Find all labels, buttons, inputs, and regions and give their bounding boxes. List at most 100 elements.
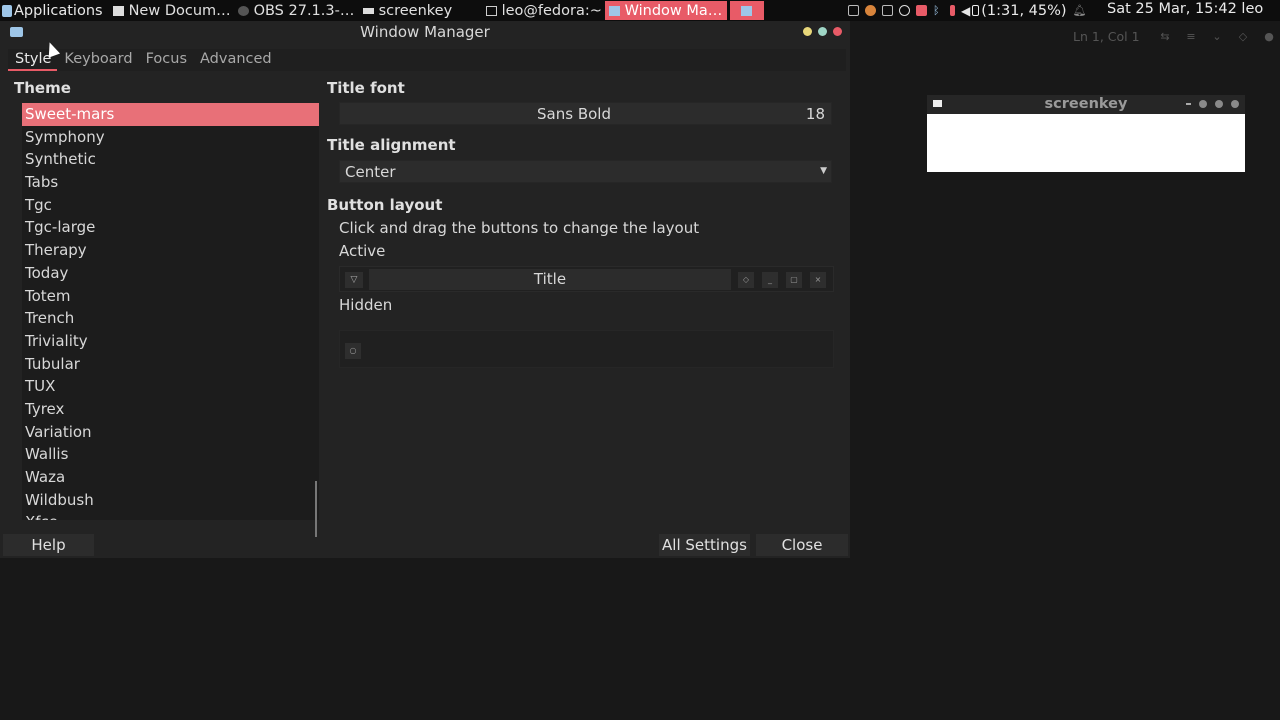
theme-item[interactable]: Synthetic	[22, 148, 319, 171]
volume-icon[interactable]: ◀	[961, 4, 970, 18]
menu-button-icon[interactable]: ▽	[345, 272, 363, 288]
screen-icon[interactable]	[848, 5, 859, 16]
maximize-icon[interactable]	[818, 27, 827, 36]
taskbar-item-extra[interactable]	[729, 1, 764, 20]
obs-tray-icon[interactable]	[899, 5, 910, 16]
taskbar-label: Window Ma…	[624, 2, 723, 19]
title-font-size: 18	[805, 105, 825, 123]
title-font-name: Sans Bold	[537, 105, 611, 123]
applications-label: Applications	[14, 2, 103, 19]
shade-button-icon[interactable]: ◇	[738, 272, 754, 288]
obs-icon	[237, 5, 249, 16]
clock-label: Sat 25 Mar, 15:42	[1107, 1, 1237, 17]
screenkey-title: screenkey	[1044, 96, 1128, 112]
clock[interactable]: Sat 25 Mar, 15:42 leo	[1107, 1, 1263, 17]
theme-item[interactable]: Tgc-large	[22, 216, 319, 239]
active-label: Active	[339, 242, 386, 260]
tab-bar: Style Keyboard Focus Advanced	[8, 49, 846, 71]
theme-item[interactable]: Xfce	[22, 511, 319, 520]
chevron-down-icon[interactable]: ⌄	[1209, 30, 1225, 43]
theme-list-scrollbar[interactable]	[315, 481, 317, 537]
help-button[interactable]: Help	[3, 534, 94, 556]
theme-item[interactable]: Wallis	[22, 443, 319, 466]
hidden-buttons-row[interactable]: ○	[339, 330, 834, 368]
taskbar-item-new-document[interactable]: New Docum…	[109, 1, 231, 20]
title-font-button[interactable]: Sans Bold 18	[339, 102, 832, 125]
theme-item[interactable]: Therapy	[22, 239, 319, 262]
firefox-icon[interactable]	[865, 5, 876, 16]
close-icon[interactable]	[833, 27, 842, 36]
tab-advanced[interactable]: Advanced	[193, 49, 278, 71]
settings-window-icon	[608, 5, 620, 16]
editor-cursor-position: Ln 1, Col 1	[1073, 29, 1140, 44]
close-button-icon[interactable]: ×	[810, 272, 826, 288]
minimize-icon[interactable]	[1199, 100, 1207, 108]
tab-keyboard[interactable]: Keyboard	[57, 49, 138, 71]
close-button[interactable]: Close	[756, 534, 848, 556]
title-alignment-select[interactable]: Center ▼	[339, 160, 832, 183]
taskbar-item-obs[interactable]: OBS 27.1.3-…	[234, 1, 356, 20]
editor-toolbar: ⇆ ≡ ⌄ ◇ ●	[1157, 30, 1277, 43]
theme-item[interactable]: Tyrex	[22, 398, 319, 421]
applications-menu[interactable]: Applications	[0, 0, 109, 21]
theme-item[interactable]: TUX	[22, 375, 319, 398]
chevron-down-icon: ▼	[820, 166, 827, 176]
xfce-icon	[2, 4, 12, 17]
window-titlebar[interactable]: Window Manager	[0, 21, 850, 43]
tab-focus[interactable]: Focus	[139, 49, 193, 71]
battery-icon[interactable]	[972, 5, 980, 16]
theme-item[interactable]: Trench	[22, 307, 319, 330]
theme-item[interactable]: Tabs	[22, 171, 319, 194]
terminal-icon	[485, 5, 497, 16]
taskbar-label: screenkey	[378, 2, 453, 19]
screenkey-display	[927, 114, 1245, 172]
microphone-icon[interactable]	[950, 5, 955, 16]
theme-item[interactable]: Totem	[22, 285, 319, 308]
screenkey-titlebar[interactable]: screenkey	[927, 95, 1245, 114]
button-layout-hint: Click and drag the buttons to change the…	[339, 219, 700, 237]
taskbar-item-screenkey[interactable]: screenkey	[359, 1, 479, 20]
theme-list[interactable]: Sweet-mars Symphony Synthetic Tabs Tgc T…	[22, 103, 319, 520]
shade-icon[interactable]	[1186, 103, 1191, 105]
settings-window-icon	[741, 5, 753, 16]
all-settings-button[interactable]: All Settings	[659, 534, 750, 556]
title-placeholder[interactable]: Title	[369, 269, 731, 290]
notifications-icon[interactable]: 🔔︎	[1073, 4, 1087, 17]
dot-icon[interactable]: ●	[1261, 30, 1277, 43]
bluetooth-icon[interactable]: ᛒ	[933, 5, 944, 16]
top-panel: Applications New Docum… OBS 27.1.3-… scr…	[0, 0, 1280, 21]
theme-item[interactable]: Symphony	[22, 126, 319, 149]
window-controls	[803, 27, 842, 36]
redshift-icon[interactable]	[916, 5, 927, 16]
button-layout-label: Button layout	[327, 196, 443, 214]
theme-item[interactable]: Sweet-mars	[22, 103, 319, 126]
swap-icon[interactable]: ⇆	[1157, 30, 1173, 43]
network-icon[interactable]	[882, 5, 893, 16]
document-icon	[112, 5, 124, 16]
stick-button-icon[interactable]: ○	[345, 343, 361, 359]
screenkey-window: screenkey	[927, 95, 1245, 172]
theme-item[interactable]: Waza	[22, 466, 319, 489]
window-icon	[933, 100, 942, 107]
theme-item[interactable]: Tubular	[22, 353, 319, 376]
theme-item[interactable]: Triviality	[22, 330, 319, 353]
theme-item[interactable]: Wildbush	[22, 489, 319, 512]
taskbar-item-terminal[interactable]: leo@fedora:~	[482, 1, 602, 20]
screenkey-controls	[1186, 100, 1239, 108]
maximize-button-icon[interactable]: ▢	[786, 272, 802, 288]
active-buttons-row[interactable]: ▽ Title ◇ _ ▢ ×	[339, 266, 834, 292]
taskbar-item-window-manager[interactable]: Window Ma…	[604, 1, 727, 20]
theme-item[interactable]: Today	[22, 262, 319, 285]
minimize-button-icon[interactable]: _	[762, 272, 778, 288]
title-font-label: Title font	[327, 79, 405, 97]
close-icon[interactable]	[1231, 100, 1239, 108]
diamond-icon[interactable]: ◇	[1235, 30, 1251, 43]
maximize-icon[interactable]	[1215, 100, 1223, 108]
theme-heading: Theme	[14, 79, 71, 97]
window-manager-dialog: Window Manager Style Keyboard Focus Adva…	[0, 21, 850, 558]
hidden-label: Hidden	[339, 296, 393, 314]
theme-item[interactable]: Variation	[22, 421, 319, 444]
minimize-icon[interactable]	[803, 27, 812, 36]
menu-icon[interactable]: ≡	[1183, 30, 1199, 43]
theme-item[interactable]: Tgc	[22, 194, 319, 217]
